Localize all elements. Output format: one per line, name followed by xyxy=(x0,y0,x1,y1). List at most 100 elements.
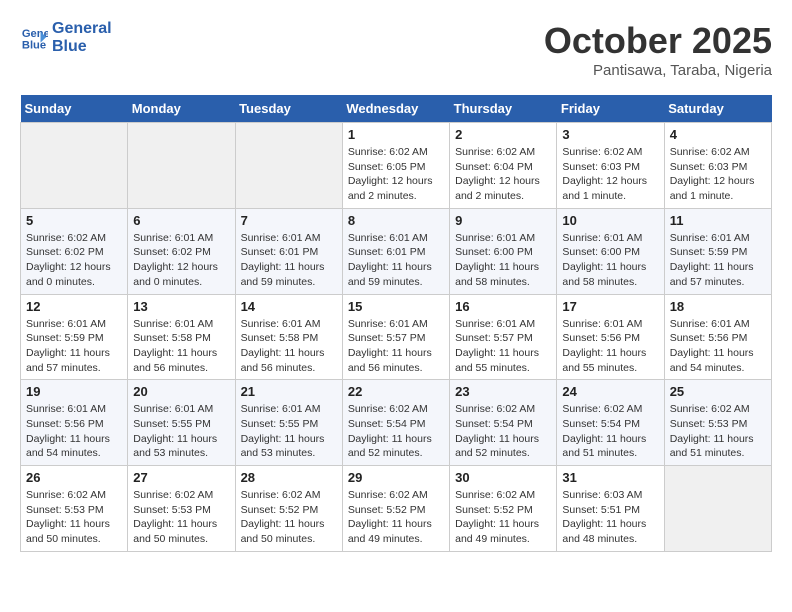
svg-text:Blue: Blue xyxy=(22,39,46,51)
calendar-week-3: 12 Sunrise: 6:01 AMSunset: 5:59 PMDayligh… xyxy=(21,294,772,380)
day-number: 3 xyxy=(562,127,658,142)
day-info: Sunrise: 6:02 AMSunset: 6:05 PMDaylight:… xyxy=(348,145,444,204)
calendar-cell: 29Sunrise: 6:02 AMSunset: 5:52 PMDayligh… xyxy=(342,466,449,552)
day-header-monday: Monday xyxy=(128,95,235,123)
day-info: Sunrise: 6:02 AMSunset: 5:53 PMDaylight:… xyxy=(133,488,229,547)
calendar-cell: 17Sunrise: 6:01 AMSunset: 5:56 PMDayligh… xyxy=(557,294,664,380)
day-header-wednesday: Wednesday xyxy=(342,95,449,123)
day-info: Sunrise: 6:02 AMSunset: 6:03 PMDaylight:… xyxy=(562,145,658,204)
day-info: Sunrise: 6:01 AMSunset: 5:55 PMDaylight:… xyxy=(133,402,229,461)
day-number: 27 xyxy=(133,470,229,485)
calendar-cell: 24 Sunrise: 6:02 AMSunset: 5:54 PMDayligh… xyxy=(557,380,664,466)
day-header-sunday: Sunday xyxy=(21,95,128,123)
calendar-cell: 20 Sunrise: 6:01 AMSunset: 5:55 PMDayligh… xyxy=(128,380,235,466)
calendar-cell: 13 Sunrise: 6:01 AMSunset: 5:58 PMDayligh… xyxy=(128,294,235,380)
day-header-saturday: Saturday xyxy=(664,95,771,123)
calendar-header-row: SundayMondayTuesdayWednesdayThursdayFrid… xyxy=(21,95,772,123)
calendar-cell: 19Sunrise: 6:01 AMSunset: 5:56 PMDayligh… xyxy=(21,380,128,466)
day-info: Sunrise: 6:01 AMSunset: 5:58 PMDaylight:… xyxy=(133,317,229,376)
calendar-cell: 23 Sunrise: 6:02 AMSunset: 5:54 PMDayligh… xyxy=(450,380,557,466)
day-info: Sunrise: 6:02 AMSunset: 5:53 PMDaylight:… xyxy=(670,402,766,461)
calendar-week-5: 26 Sunrise: 6:02 AMSunset: 5:53 PMDayligh… xyxy=(21,466,772,552)
day-info: Sunrise: 6:01 AMSunset: 5:57 PMDaylight:… xyxy=(348,317,444,376)
day-number: 13 xyxy=(133,299,229,314)
calendar-title: October 2025 xyxy=(544,20,772,62)
calendar-cell: 12 Sunrise: 6:01 AMSunset: 5:59 PMDayligh… xyxy=(21,294,128,380)
calendar-cell: 4Sunrise: 6:02 AMSunset: 6:03 PMDaylight… xyxy=(664,123,771,209)
calendar-table: SundayMondayTuesdayWednesdayThursdayFrid… xyxy=(20,95,772,552)
logo-icon: General Blue xyxy=(20,24,48,52)
title-area: October 2025 Pantisawa, Taraba, Nigeria xyxy=(544,20,772,79)
day-info: Sunrise: 6:03 AMSunset: 5:51 PMDaylight:… xyxy=(562,488,658,547)
day-number: 21 xyxy=(241,384,337,399)
calendar-cell: 14Sunrise: 6:01 AMSunset: 5:58 PMDayligh… xyxy=(235,294,342,380)
day-info: Sunrise: 6:02 AMSunset: 5:52 PMDaylight:… xyxy=(348,488,444,547)
day-header-tuesday: Tuesday xyxy=(235,95,342,123)
calendar-cell: 2 Sunrise: 6:02 AMSunset: 6:04 PMDaylight… xyxy=(450,123,557,209)
logo-line2: Blue xyxy=(52,38,112,56)
day-info: Sunrise: 6:01 AMSunset: 6:00 PMDaylight:… xyxy=(455,231,551,290)
day-number: 28 xyxy=(241,470,337,485)
day-header-friday: Friday xyxy=(557,95,664,123)
logo: General Blue General Blue xyxy=(20,20,112,55)
calendar-week-4: 19Sunrise: 6:01 AMSunset: 5:56 PMDayligh… xyxy=(21,380,772,466)
day-number: 31 xyxy=(562,470,658,485)
day-info: Sunrise: 6:01 AMSunset: 5:59 PMDaylight:… xyxy=(26,317,122,376)
calendar-week-1: 1 Sunrise: 6:02 AMSunset: 6:05 PMDaylight… xyxy=(21,123,772,209)
calendar-cell: 3 Sunrise: 6:02 AMSunset: 6:03 PMDaylight… xyxy=(557,123,664,209)
day-number: 7 xyxy=(241,213,337,228)
day-info: Sunrise: 6:02 AMSunset: 5:53 PMDaylight:… xyxy=(26,488,122,547)
logo-line1: General xyxy=(52,20,112,38)
calendar-cell: 22Sunrise: 6:02 AMSunset: 5:54 PMDayligh… xyxy=(342,380,449,466)
calendar-week-2: 5Sunrise: 6:02 AMSunset: 6:02 PMDaylight… xyxy=(21,208,772,294)
day-info: Sunrise: 6:02 AMSunset: 5:54 PMDaylight:… xyxy=(455,402,551,461)
day-info: Sunrise: 6:01 AMSunset: 5:56 PMDaylight:… xyxy=(670,317,766,376)
day-info: Sunrise: 6:02 AMSunset: 5:54 PMDaylight:… xyxy=(562,402,658,461)
calendar-cell xyxy=(128,123,235,209)
day-info: Sunrise: 6:01 AMSunset: 6:01 PMDaylight:… xyxy=(241,231,337,290)
calendar-cell: 5Sunrise: 6:02 AMSunset: 6:02 PMDaylight… xyxy=(21,208,128,294)
calendar-cell: 7 Sunrise: 6:01 AMSunset: 6:01 PMDaylight… xyxy=(235,208,342,294)
day-number: 24 xyxy=(562,384,658,399)
day-info: Sunrise: 6:01 AMSunset: 5:59 PMDaylight:… xyxy=(670,231,766,290)
day-info: Sunrise: 6:01 AMSunset: 5:58 PMDaylight:… xyxy=(241,317,337,376)
day-info: Sunrise: 6:01 AMSunset: 6:01 PMDaylight:… xyxy=(348,231,444,290)
day-number: 6 xyxy=(133,213,229,228)
day-info: Sunrise: 6:01 AMSunset: 5:57 PMDaylight:… xyxy=(455,317,551,376)
day-number: 9 xyxy=(455,213,551,228)
day-number: 5 xyxy=(26,213,122,228)
day-number: 20 xyxy=(133,384,229,399)
calendar-cell: 25 Sunrise: 6:02 AMSunset: 5:53 PMDayligh… xyxy=(664,380,771,466)
day-number: 19 xyxy=(26,384,122,399)
day-number: 10 xyxy=(562,213,658,228)
day-number: 22 xyxy=(348,384,444,399)
day-number: 23 xyxy=(455,384,551,399)
calendar-cell xyxy=(21,123,128,209)
day-info: Sunrise: 6:02 AMSunset: 6:04 PMDaylight:… xyxy=(455,145,551,204)
day-number: 12 xyxy=(26,299,122,314)
day-header-thursday: Thursday xyxy=(450,95,557,123)
day-info: Sunrise: 6:01 AMSunset: 6:02 PMDaylight:… xyxy=(133,231,229,290)
calendar-cell xyxy=(235,123,342,209)
day-number: 8 xyxy=(348,213,444,228)
calendar-cell: 9 Sunrise: 6:01 AMSunset: 6:00 PMDaylight… xyxy=(450,208,557,294)
day-number: 26 xyxy=(26,470,122,485)
day-info: Sunrise: 6:01 AMSunset: 5:56 PMDaylight:… xyxy=(562,317,658,376)
day-number: 25 xyxy=(670,384,766,399)
day-number: 18 xyxy=(670,299,766,314)
calendar-cell: 11 Sunrise: 6:01 AMSunset: 5:59 PMDayligh… xyxy=(664,208,771,294)
calendar-cell: 30Sunrise: 6:02 AMSunset: 5:52 PMDayligh… xyxy=(450,466,557,552)
calendar-subtitle: Pantisawa, Taraba, Nigeria xyxy=(544,62,772,79)
calendar-cell: 18 Sunrise: 6:01 AMSunset: 5:56 PMDayligh… xyxy=(664,294,771,380)
calendar-cell: 16 Sunrise: 6:01 AMSunset: 5:57 PMDayligh… xyxy=(450,294,557,380)
day-number: 16 xyxy=(455,299,551,314)
calendar-cell: 27 Sunrise: 6:02 AMSunset: 5:53 PMDayligh… xyxy=(128,466,235,552)
calendar-cell: 8 Sunrise: 6:01 AMSunset: 6:01 PMDaylight… xyxy=(342,208,449,294)
day-number: 30 xyxy=(455,470,551,485)
day-number: 2 xyxy=(455,127,551,142)
day-number: 11 xyxy=(670,213,766,228)
day-number: 1 xyxy=(348,127,444,142)
header: General Blue General Blue October 2025 P… xyxy=(20,20,772,79)
day-info: Sunrise: 6:01 AMSunset: 5:55 PMDaylight:… xyxy=(241,402,337,461)
calendar-cell: 1 Sunrise: 6:02 AMSunset: 6:05 PMDaylight… xyxy=(342,123,449,209)
